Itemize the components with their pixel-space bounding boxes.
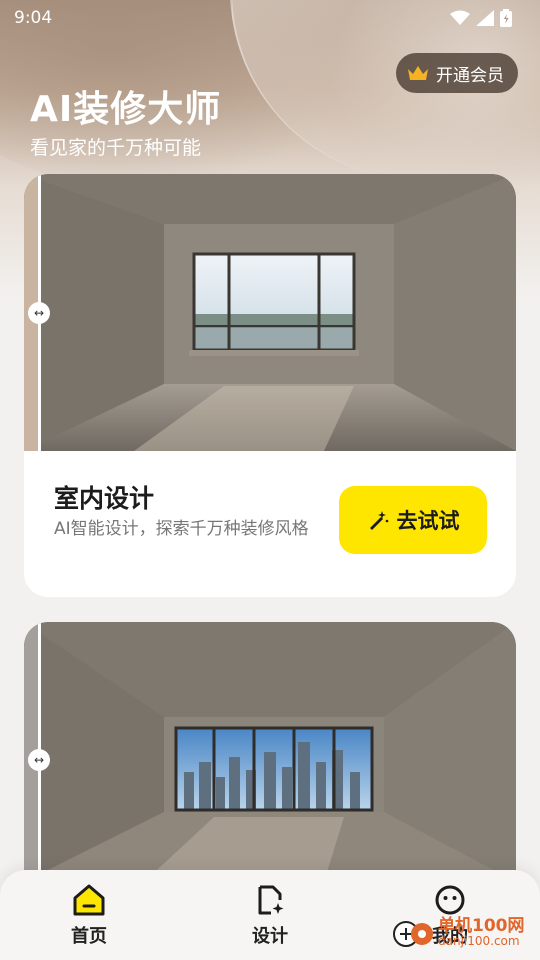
tab-design-label: 设计 bbox=[252, 926, 288, 947]
design-icon bbox=[258, 885, 284, 915]
watermark-url: danji100.com bbox=[438, 933, 520, 948]
watermark-logo-icon bbox=[393, 921, 433, 947]
battery-icon bbox=[500, 9, 512, 27]
signal-icon bbox=[476, 10, 494, 26]
crown-icon bbox=[408, 66, 428, 80]
home-icon bbox=[73, 884, 105, 916]
interior-design-card[interactable]: ↔ 室内设计 AI智能设计，探索千万种装修风格 去试试 bbox=[24, 174, 516, 597]
vip-button[interactable]: 开通会员 bbox=[396, 53, 518, 93]
wifi-icon bbox=[450, 10, 470, 25]
magic-wand-icon bbox=[369, 511, 388, 530]
compare-handle[interactable]: ↔ bbox=[28, 302, 50, 324]
empty-room-image: ↔ bbox=[24, 174, 516, 451]
page-title: AI装修大师 bbox=[30, 89, 222, 130]
site-watermark: 单机100网 danji100.com bbox=[392, 914, 525, 950]
watermark-title: 单机100网 bbox=[438, 915, 525, 936]
compare-handle-2[interactable]: ↔ bbox=[28, 749, 50, 771]
try-button[interactable]: 去试试 bbox=[339, 486, 487, 554]
tab-home[interactable]: 首页 bbox=[34, 884, 144, 948]
tab-design[interactable]: 设计 bbox=[215, 884, 325, 948]
status-bar: 9:04 bbox=[0, 0, 540, 36]
try-button-label: 去试试 bbox=[396, 509, 460, 533]
vip-label: 开通会员 bbox=[436, 65, 504, 86]
card-title: 室内设计 bbox=[54, 484, 155, 513]
tab-home-label: 首页 bbox=[71, 926, 107, 947]
card-description: AI智能设计，探索千万种装修风格 bbox=[54, 519, 309, 539]
page-subtitle: 看见家的千万种可能 bbox=[30, 137, 202, 159]
profile-icon bbox=[435, 885, 465, 915]
status-time: 9:04 bbox=[14, 8, 53, 28]
